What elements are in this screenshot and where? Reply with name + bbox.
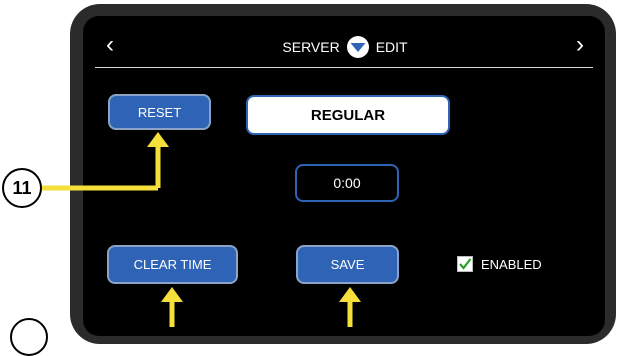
callout-arrows [42, 132, 361, 327]
arrow-head-clear-time [161, 287, 183, 302]
arrow-head-save [339, 287, 361, 302]
callout-partial [10, 318, 48, 356]
callout-11: 11 [2, 168, 42, 208]
arrow-head-reset [147, 132, 169, 147]
